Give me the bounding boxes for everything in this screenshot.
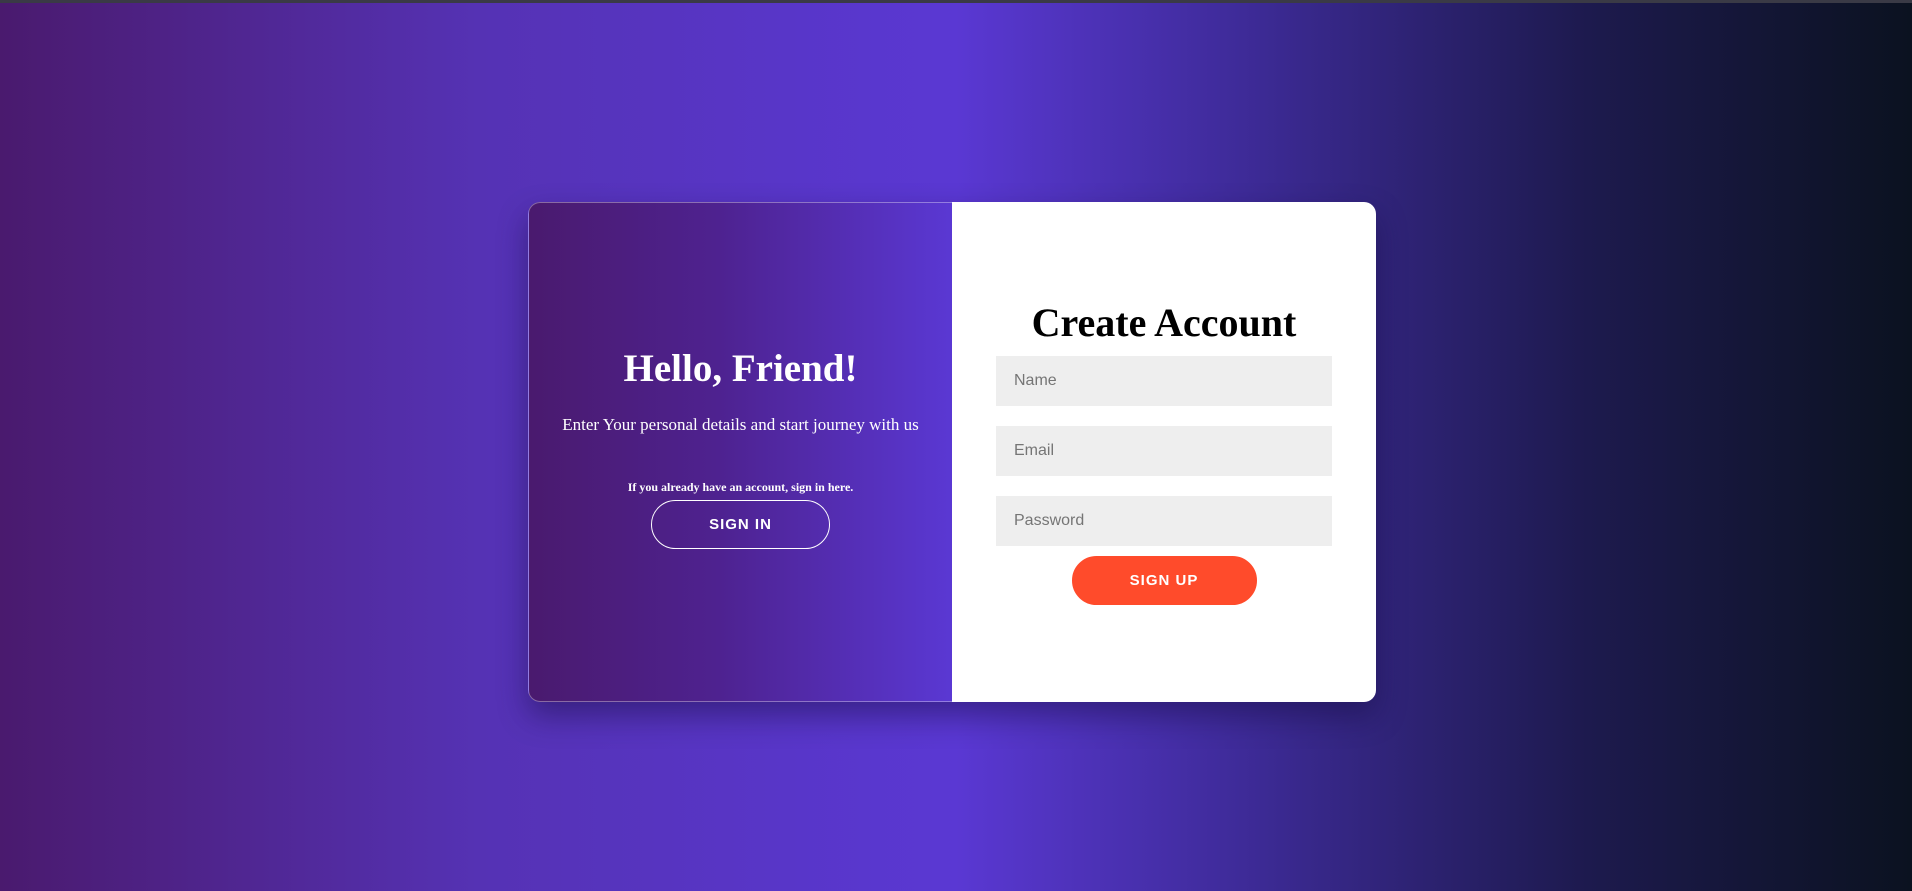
sign-up-button[interactable]: SIGN UP bbox=[1071, 556, 1257, 605]
sign-in-hint: If you already have an account, sign in … bbox=[627, 480, 854, 494]
form-title: Create Account bbox=[1031, 300, 1297, 345]
welcome-text: Enter Your personal details and start jo… bbox=[562, 415, 919, 434]
auth-card: Hello, Friend! Enter Your personal detai… bbox=[528, 202, 1376, 702]
window-top-border bbox=[0, 0, 1912, 3]
name-field[interactable] bbox=[996, 356, 1332, 406]
welcome-title: Hello, Friend! bbox=[623, 347, 858, 390]
welcome-overlay-panel: Hello, Friend! Enter Your personal detai… bbox=[528, 202, 952, 702]
email-field[interactable] bbox=[996, 426, 1332, 476]
create-account-form: Create Account SIGN UP bbox=[952, 202, 1376, 702]
sign-in-button[interactable]: SIGN IN bbox=[651, 500, 830, 549]
password-field[interactable] bbox=[996, 496, 1332, 546]
